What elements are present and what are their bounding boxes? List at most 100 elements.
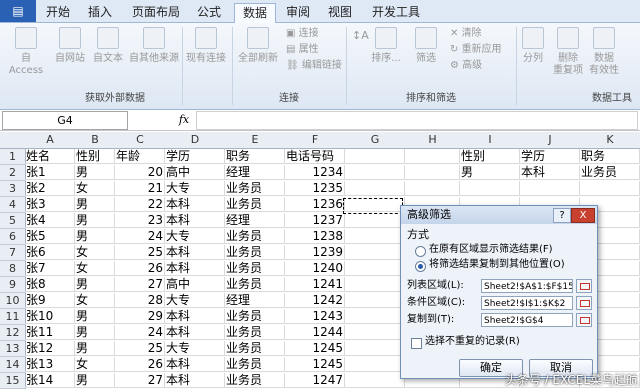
cell-d2[interactable]: 高中 (165, 165, 225, 180)
cell-a13[interactable]: 张12 (25, 341, 75, 356)
cell-f15[interactable]: 1247 (285, 373, 345, 388)
tab-developer[interactable]: 开发工具 (366, 3, 426, 22)
column-header-g[interactable]: G (345, 132, 406, 149)
cell-k1[interactable]: 职务 (580, 149, 640, 164)
cell-b10[interactable]: 女 (75, 293, 115, 308)
tab-insert[interactable]: 插入 (80, 3, 120, 22)
row-header-5[interactable]: 5 (0, 213, 26, 229)
list-range-collapse-icon[interactable] (576, 279, 592, 293)
cell-b3[interactable]: 女 (75, 181, 115, 196)
cell-f1[interactable]: 电话号码 (285, 149, 345, 164)
cell-a4[interactable]: 张3 (25, 197, 75, 212)
copy-to-input[interactable]: Sheet2!$G$4 (481, 313, 573, 327)
cell-k3[interactable] (580, 181, 640, 196)
cell-e2[interactable]: 经理 (225, 165, 285, 180)
cell-g9[interactable] (345, 277, 405, 292)
row-header-13[interactable]: 13 (0, 341, 26, 357)
cell-j2[interactable]: 本科 (520, 165, 580, 180)
remove-duplicates-button[interactable]: 删除 重复项 (550, 27, 586, 77)
cell-c2[interactable]: 20 (115, 165, 165, 180)
cell-c6[interactable]: 24 (115, 229, 165, 244)
cell-d4[interactable]: 本科 (165, 197, 225, 212)
reapply-button[interactable]: ↻ 重新应用 (450, 43, 502, 57)
cell-d8[interactable]: 本科 (165, 261, 225, 276)
cell-c8[interactable]: 26 (115, 261, 165, 276)
cell-f12[interactable]: 1244 (285, 325, 345, 340)
row-header-9[interactable]: 9 (0, 277, 26, 293)
unique-records-checkbox[interactable] (411, 338, 422, 349)
cell-d15[interactable]: 本科 (165, 373, 225, 388)
cell-g10[interactable] (345, 293, 405, 308)
cell-a8[interactable]: 张7 (25, 261, 75, 276)
tab-page-layout[interactable]: 页面布局 (126, 3, 186, 22)
cell-f4[interactable]: 1236 (285, 197, 345, 212)
cell-a3[interactable]: 张2 (25, 181, 75, 196)
cell-f5[interactable]: 1237 (285, 213, 345, 228)
cell-b12[interactable]: 男 (75, 325, 115, 340)
cell-g3[interactable] (345, 181, 405, 196)
cell-b9[interactable]: 男 (75, 277, 115, 292)
cell-b1[interactable]: 性别 (75, 149, 115, 164)
cell-a2[interactable]: 张1 (25, 165, 75, 180)
cell-e4[interactable]: 业务员 (225, 197, 285, 212)
cell-c13[interactable]: 25 (115, 341, 165, 356)
cell-e6[interactable]: 业务员 (225, 229, 285, 244)
clear-button[interactable]: ✕ 清除 (450, 27, 482, 41)
cell-f14[interactable]: 1245 (285, 357, 345, 372)
cell-d13[interactable]: 大专 (165, 341, 225, 356)
cell-b7[interactable]: 女 (75, 245, 115, 260)
cell-d3[interactable]: 大专 (165, 181, 225, 196)
cell-a6[interactable]: 张5 (25, 229, 75, 244)
column-header-h[interactable]: H (405, 132, 461, 149)
cell-i2[interactable]: 男 (460, 165, 520, 180)
row-header-10[interactable]: 10 (0, 293, 26, 309)
cell-a11[interactable]: 张10 (25, 309, 75, 324)
cell-e11[interactable]: 业务员 (225, 309, 285, 324)
cell-g8[interactable] (345, 261, 405, 276)
row-header-8[interactable]: 8 (0, 261, 26, 277)
cell-j3[interactable] (520, 181, 580, 196)
formula-input[interactable] (196, 111, 638, 130)
cell-c15[interactable]: 27 (115, 373, 165, 388)
sort-button[interactable]: 排序... (368, 27, 404, 65)
tab-data[interactable]: 数据 (234, 3, 276, 23)
cell-g5[interactable] (345, 213, 405, 228)
cell-c10[interactable]: 28 (115, 293, 165, 308)
text-to-columns-button[interactable]: 分列 (518, 27, 548, 65)
cell-a10[interactable]: 张9 (25, 293, 75, 308)
cell-b8[interactable]: 女 (75, 261, 115, 276)
refresh-all-button[interactable]: 全部刷新 (234, 27, 282, 65)
cell-b6[interactable]: 男 (75, 229, 115, 244)
radio-copy-to-location[interactable] (415, 261, 426, 272)
cell-f9[interactable]: 1241 (285, 277, 345, 292)
column-header-j[interactable]: J (520, 132, 581, 149)
cell-e13[interactable]: 业务员 (225, 341, 285, 356)
cell-d1[interactable]: 学历 (165, 149, 225, 164)
column-header-b[interactable]: B (75, 132, 116, 149)
select-all-corner[interactable] (0, 132, 26, 149)
cell-c14[interactable]: 26 (115, 357, 165, 372)
cell-c4[interactable]: 22 (115, 197, 165, 212)
cell-f7[interactable]: 1239 (285, 245, 345, 260)
from-access-button[interactable]: 自 Access (4, 27, 48, 77)
from-text-button[interactable]: 自文本 (90, 27, 126, 65)
cell-c7[interactable]: 25 (115, 245, 165, 260)
column-header-k[interactable]: K (580, 132, 640, 149)
row-header-15[interactable]: 15 (0, 373, 26, 389)
column-header-f[interactable]: F (285, 132, 346, 149)
row-header-12[interactable]: 12 (0, 325, 26, 341)
cell-g7[interactable] (345, 245, 405, 260)
column-header-d[interactable]: D (165, 132, 226, 149)
row-header-7[interactable]: 7 (0, 245, 26, 261)
cell-b14[interactable]: 女 (75, 357, 115, 372)
close-button[interactable]: X (571, 208, 595, 223)
cell-h3[interactable] (405, 181, 460, 196)
cell-g2[interactable] (345, 165, 405, 180)
edit-links-button[interactable]: ⛓ 编辑链接 (286, 59, 342, 73)
from-web-button[interactable]: 自网站 (50, 27, 90, 65)
cell-h1[interactable] (405, 149, 460, 164)
dialog-title-bar[interactable]: 高级筛选 ? X (401, 206, 597, 224)
cell-a14[interactable]: 张13 (25, 357, 75, 372)
cell-i3[interactable] (460, 181, 520, 196)
cell-g15[interactable] (345, 373, 405, 388)
